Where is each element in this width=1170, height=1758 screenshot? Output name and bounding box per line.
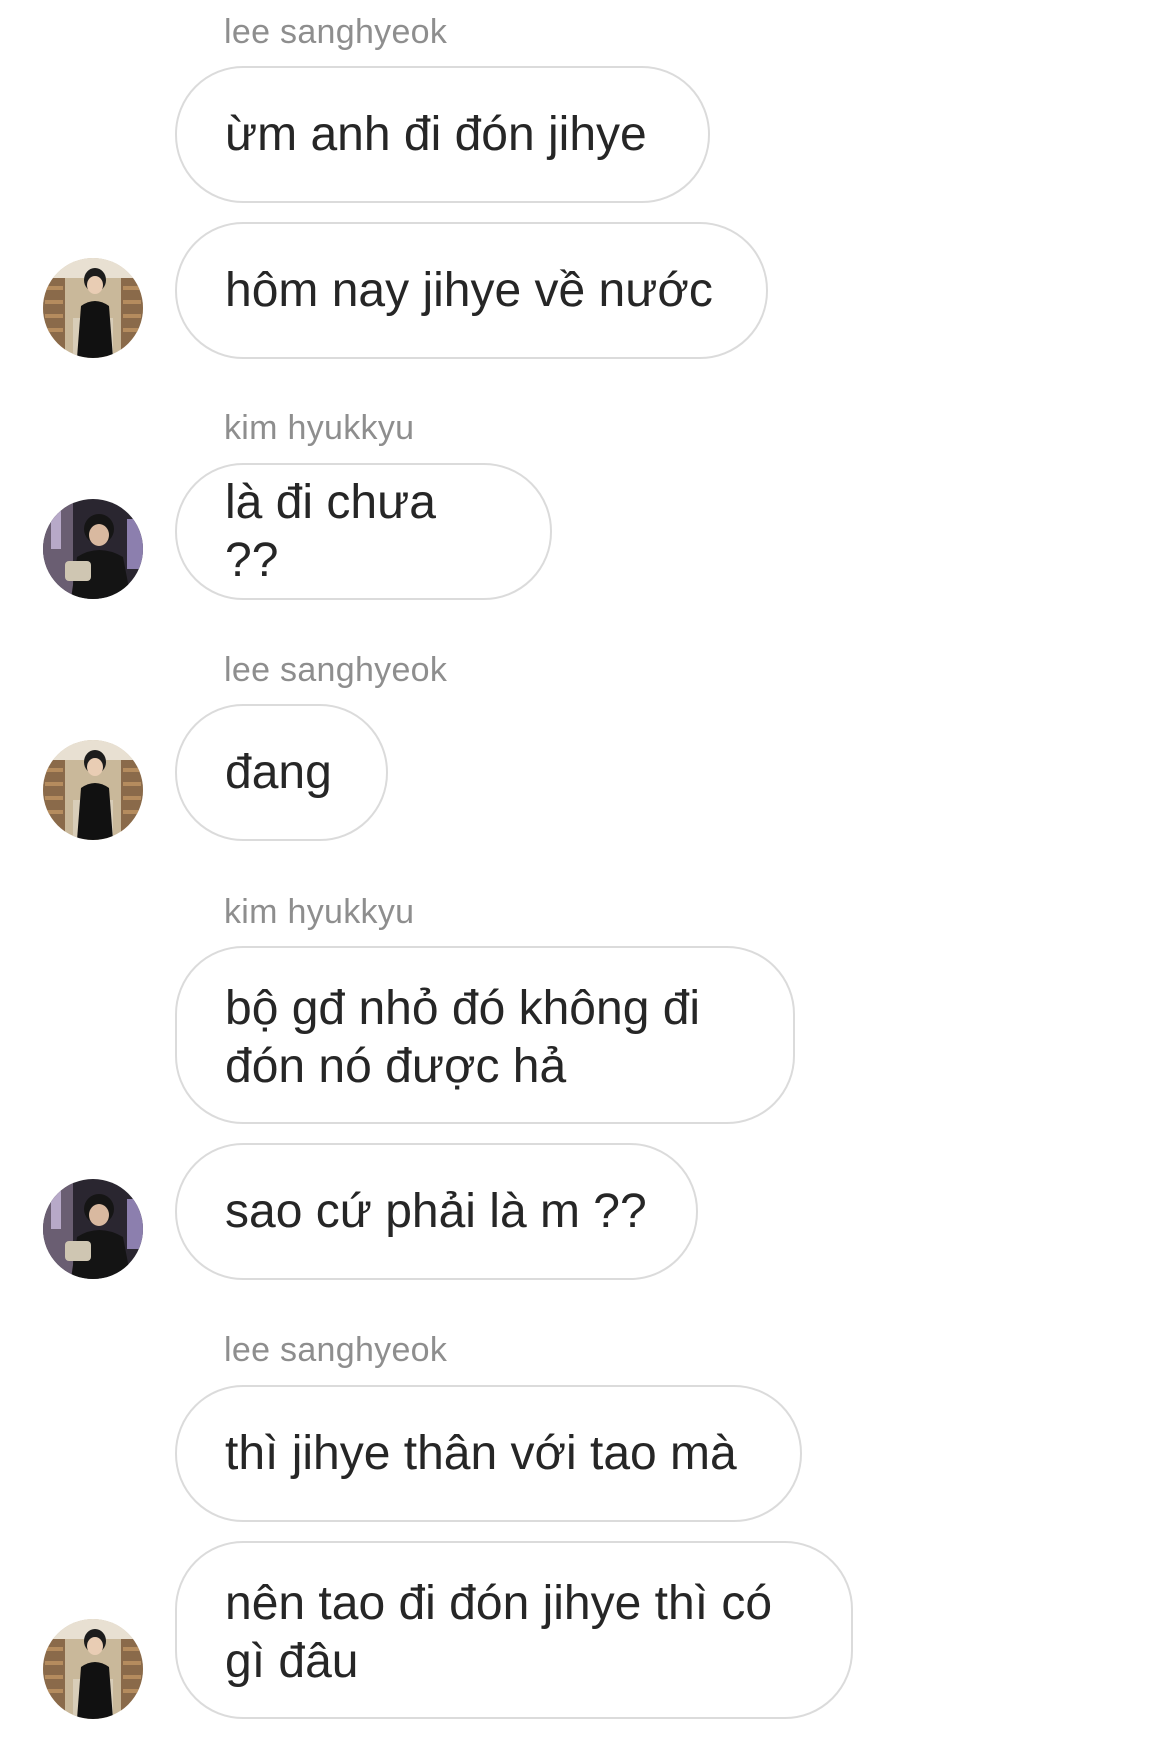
sender-name: kim hyukkyu (224, 893, 415, 931)
message-bubble[interactable]: nên tao đi đón jihye thì có gì đâu (175, 1541, 853, 1719)
message-bubble[interactable]: thì jihye thân với tao mà (175, 1385, 802, 1522)
message-bubble[interactable]: hôm nay jihye về nước (175, 222, 768, 359)
sender-name: kim hyukkyu (224, 409, 415, 447)
chat-thread: lee sanghyeok ừm anh đi đón jihye hôm na… (0, 0, 1170, 1758)
sender-name: lee sanghyeok (224, 1331, 448, 1369)
message-bubble[interactable]: đang (175, 704, 388, 841)
sender-name: lee sanghyeok (224, 13, 448, 51)
message-bubble[interactable]: ừm anh đi đón jihye (175, 66, 710, 203)
message-bubble[interactable]: bộ gđ nhỏ đó không đi đón nó được hả (175, 946, 795, 1124)
lee-sanghyeok-avatar[interactable] (43, 258, 143, 358)
kim-hyukkyu-avatar[interactable] (43, 1179, 143, 1279)
lee-sanghyeok-avatar[interactable] (43, 1619, 143, 1719)
lee-sanghyeok-avatar[interactable] (43, 740, 143, 840)
sender-name: lee sanghyeok (224, 651, 448, 689)
message-bubble[interactable]: là đi chưa ?? (175, 463, 552, 600)
message-bubble[interactable]: sao cứ phải là m ?? (175, 1143, 698, 1280)
kim-hyukkyu-avatar[interactable] (43, 499, 143, 599)
